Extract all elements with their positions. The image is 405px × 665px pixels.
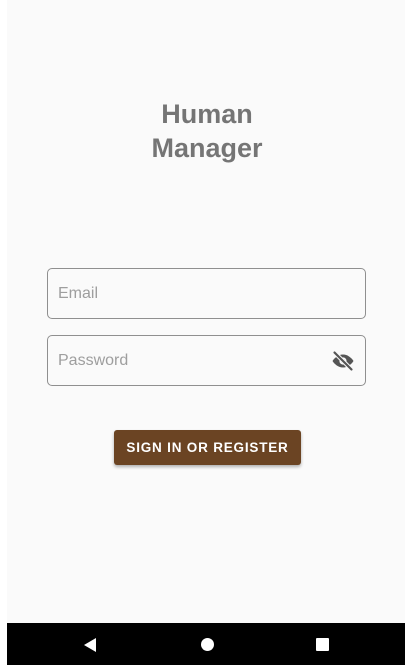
app-title-line1: Human <box>161 99 253 129</box>
app-title-line2: Manager <box>151 133 263 163</box>
system-nav-bar <box>7 623 405 665</box>
recents-square-icon <box>316 638 329 651</box>
app-screen: Human Manager SIGN IN OR REGISTER <box>7 0 405 665</box>
app-title: Human Manager <box>7 97 405 165</box>
email-input[interactable] <box>48 269 365 318</box>
back-triangle-icon <box>84 638 96 652</box>
nav-recents-button[interactable] <box>292 623 352 665</box>
nav-back-button[interactable] <box>61 623 121 665</box>
nav-home-button[interactable] <box>178 623 238 665</box>
home-circle-icon <box>201 638 214 651</box>
eye-off-icon[interactable] <box>331 349 355 373</box>
email-field <box>47 268 366 319</box>
sign-in-or-register-button[interactable]: SIGN IN OR REGISTER <box>114 430 301 465</box>
password-input[interactable] <box>48 336 365 385</box>
password-field <box>47 335 366 386</box>
